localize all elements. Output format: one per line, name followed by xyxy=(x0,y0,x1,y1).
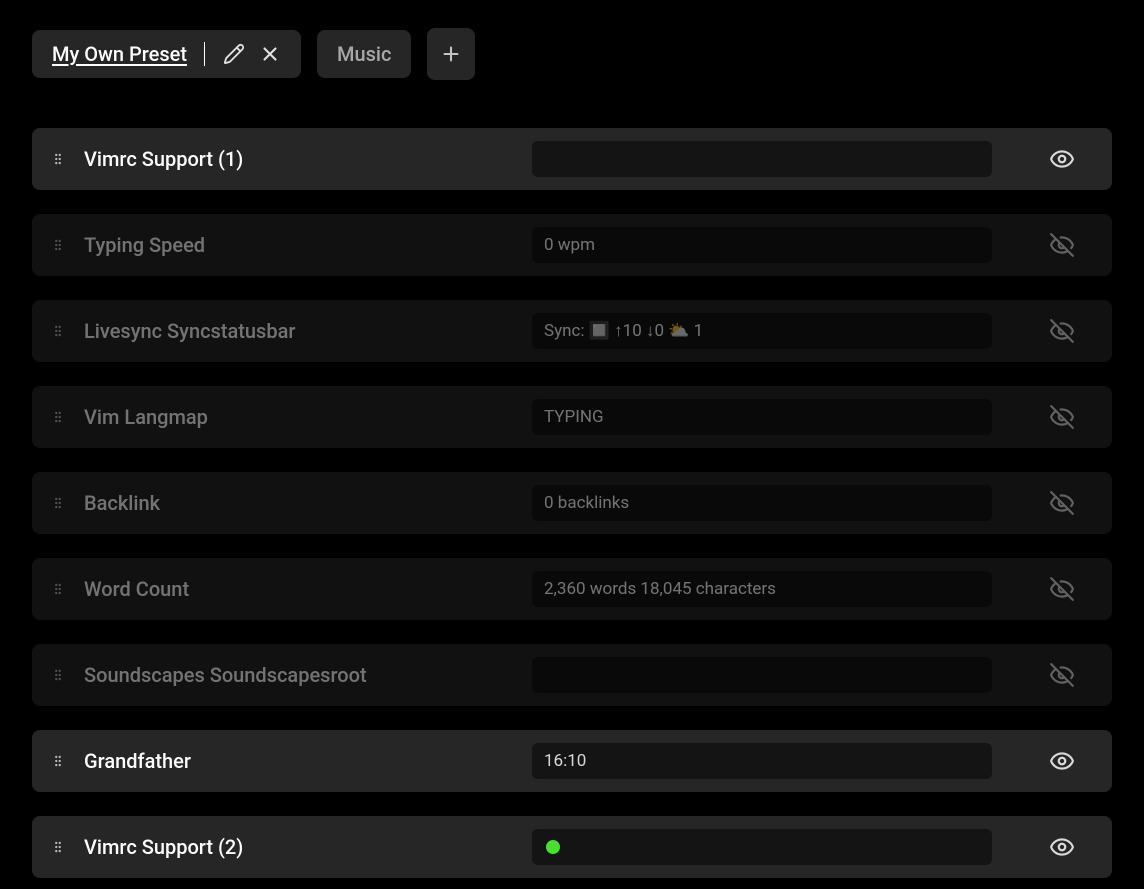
status-row: Vim Langmap TYPING xyxy=(32,386,1112,448)
status-row: Grandfather 16:10 xyxy=(32,730,1112,792)
status-row-label: Livesync Syncstatusbar xyxy=(84,319,514,343)
status-row: Word Count 2,360 words 18,045 characters xyxy=(32,558,1112,620)
visibility-on-icon[interactable] xyxy=(1034,834,1090,860)
preset-tab-myownpreset[interactable]: My Own Preset xyxy=(32,30,301,78)
status-row: Vimrc Support (1) xyxy=(32,128,1112,190)
text-cursor xyxy=(204,42,205,66)
visibility-off-icon[interactable] xyxy=(1034,576,1090,602)
drag-handle-icon[interactable] xyxy=(50,751,66,771)
status-row-label: Word Count xyxy=(84,577,514,601)
preset-tab-label: My Own Preset xyxy=(52,42,187,66)
status-row-label: Vimrc Support (2) xyxy=(84,835,514,859)
status-row: Typing Speed 0 wpm xyxy=(32,214,1112,276)
status-row-value[interactable]: 2,360 words 18,045 characters xyxy=(532,571,992,607)
status-row: Soundscapes Soundscapesroot xyxy=(32,644,1112,706)
drag-handle-icon[interactable] xyxy=(50,665,66,685)
status-row-label: Typing Speed xyxy=(84,233,514,257)
status-row-label: Backlink xyxy=(84,491,514,515)
status-row-label: Soundscapes Soundscapesroot xyxy=(84,663,514,687)
status-row: Livesync Syncstatusbar Sync: 🔲 ↑10 ↓0 ⛅ 1 xyxy=(32,300,1112,362)
drag-handle-icon[interactable] xyxy=(50,837,66,857)
plus-icon xyxy=(440,43,462,65)
close-icon[interactable] xyxy=(259,43,281,65)
status-row-label: Grandfather xyxy=(84,749,514,773)
status-row-value[interactable]: 16:10 xyxy=(532,743,992,779)
status-row-value[interactable]: TYPING xyxy=(532,399,992,435)
status-row-label: Vimrc Support (1) xyxy=(84,147,514,171)
status-row-value[interactable]: 0 backlinks xyxy=(532,485,992,521)
visibility-off-icon[interactable] xyxy=(1034,232,1090,258)
status-row: Backlink 0 backlinks xyxy=(32,472,1112,534)
drag-handle-icon[interactable] xyxy=(50,235,66,255)
visibility-off-icon[interactable] xyxy=(1034,490,1090,516)
rename-icon[interactable] xyxy=(223,43,245,65)
drag-handle-icon[interactable] xyxy=(50,579,66,599)
status-row-value[interactable] xyxy=(532,657,992,693)
status-row: Vimrc Support (2) xyxy=(32,816,1112,878)
drag-handle-icon[interactable] xyxy=(50,149,66,169)
status-row-label: Vim Langmap xyxy=(84,405,514,429)
preset-tab-music[interactable]: Music xyxy=(317,30,411,78)
drag-handle-icon[interactable] xyxy=(50,493,66,513)
visibility-off-icon[interactable] xyxy=(1034,662,1090,688)
drag-handle-icon[interactable] xyxy=(50,407,66,427)
status-item-list: Vimrc Support (1) Typing Speed 0 wpm Livesy… xyxy=(32,128,1112,878)
preset-tabs-row: My Own Preset Music xyxy=(32,28,1112,80)
drag-handle-icon[interactable] xyxy=(50,321,66,341)
status-row-value[interactable]: Sync: 🔲 ↑10 ↓0 ⛅ 1 xyxy=(532,313,992,349)
status-row-value[interactable] xyxy=(532,141,992,177)
add-preset-button[interactable] xyxy=(427,28,475,80)
visibility-on-icon[interactable] xyxy=(1034,748,1090,774)
visibility-on-icon[interactable] xyxy=(1034,146,1090,172)
status-dot-icon xyxy=(546,840,560,854)
visibility-off-icon[interactable] xyxy=(1034,404,1090,430)
status-row-value[interactable] xyxy=(532,829,992,865)
preset-tab-actions xyxy=(223,43,281,65)
preset-tab-label: Music xyxy=(337,42,391,66)
visibility-off-icon[interactable] xyxy=(1034,318,1090,344)
status-row-value[interactable]: 0 wpm xyxy=(532,227,992,263)
